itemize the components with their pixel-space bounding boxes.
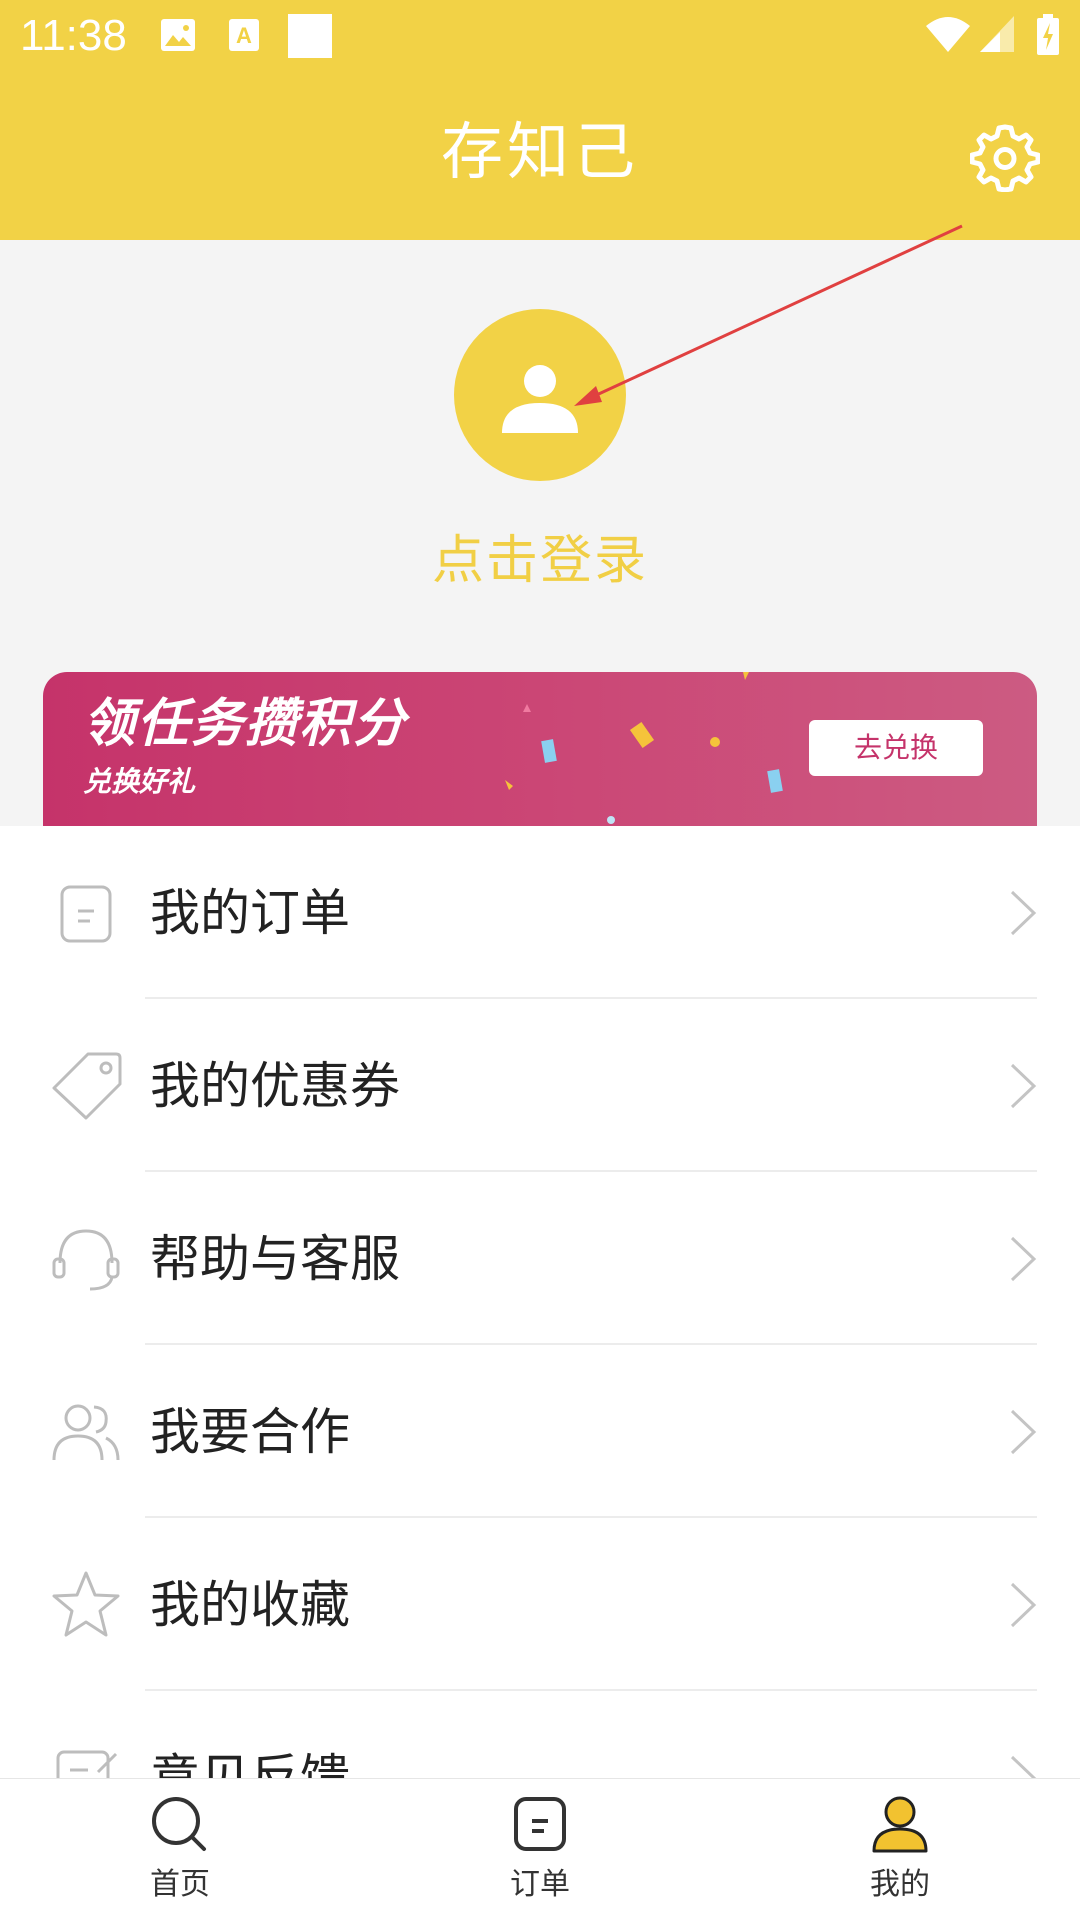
coupon-tag-icon bbox=[52, 1052, 122, 1120]
svg-text:A: A bbox=[236, 23, 252, 48]
tab-orders[interactable]: 订单 bbox=[440, 1779, 640, 1921]
headset-icon bbox=[52, 1229, 120, 1291]
redeem-button[interactable]: 去兑换 bbox=[809, 720, 983, 776]
settings-button[interactable] bbox=[969, 122, 1041, 193]
battery-charging-icon bbox=[1037, 14, 1059, 55]
menu-item-favorites[interactable]: 我的收藏 bbox=[0, 1518, 1080, 1691]
blank-square-icon bbox=[288, 14, 332, 58]
menu-item-label: 意见反馈 bbox=[150, 1749, 350, 1778]
gear-icon bbox=[969, 124, 1041, 193]
search-icon bbox=[152, 1797, 206, 1851]
app-header: 存知己 bbox=[0, 72, 1080, 240]
menu-item-feedback[interactable]: 意见反馈 bbox=[0, 1691, 1080, 1778]
avatar[interactable] bbox=[454, 309, 626, 481]
menu-item-label: 我的优惠券 bbox=[150, 1057, 400, 1115]
chevron-right-icon bbox=[1010, 1409, 1037, 1455]
tab-label: 我的 bbox=[870, 1867, 930, 1902]
menu-item-help[interactable]: 帮助与客服 bbox=[0, 1172, 1080, 1345]
menu-list: 我的订单 我的优惠券 帮助与客服 我要合作 我的收藏 意见反馈 bbox=[0, 826, 1080, 1778]
chevron-right-icon bbox=[1010, 1236, 1037, 1282]
chevron-right-icon bbox=[1010, 1755, 1037, 1778]
users-icon bbox=[52, 1404, 120, 1461]
star-icon bbox=[52, 1571, 120, 1637]
banner-title: 领任务攒积分 bbox=[83, 694, 408, 754]
banner-subtitle: 兑换好礼 bbox=[83, 765, 196, 798]
order-icon bbox=[514, 1797, 566, 1851]
tab-label: 首页 bbox=[150, 1867, 210, 1902]
status-bar: 11:38 A bbox=[0, 0, 1080, 72]
tab-label: 订单 bbox=[510, 1867, 570, 1902]
menu-item-orders[interactable]: 我的订单 bbox=[0, 826, 1080, 999]
profile-section: 点击登录 bbox=[0, 240, 1080, 672]
promo-banner[interactable]: 领任务攒积分 兑换好礼 去兑换 bbox=[43, 672, 1037, 826]
menu-item-label: 我的收藏 bbox=[150, 1576, 350, 1634]
menu-item-coupons[interactable]: 我的优惠券 bbox=[0, 999, 1080, 1172]
order-icon bbox=[60, 885, 112, 943]
bottom-nav: 首页 订单 我的 bbox=[0, 1778, 1080, 1921]
login-link[interactable]: 点击登录 bbox=[0, 530, 1080, 592]
feedback-icon bbox=[56, 1750, 118, 1778]
signal-icon bbox=[980, 16, 1014, 52]
font-icon: A bbox=[229, 19, 259, 51]
menu-item-label: 帮助与客服 bbox=[150, 1230, 400, 1288]
menu-item-label: 我的订单 bbox=[150, 884, 350, 942]
user-icon bbox=[872, 1796, 928, 1853]
image-icon bbox=[161, 19, 195, 51]
menu-item-label: 我要合作 bbox=[150, 1403, 350, 1461]
status-time: 11:38 bbox=[20, 11, 127, 60]
chevron-right-icon bbox=[1010, 1063, 1037, 1109]
tab-home[interactable]: 首页 bbox=[80, 1779, 280, 1921]
wifi-icon bbox=[926, 17, 970, 52]
page-title: 存知己 bbox=[440, 115, 639, 188]
chevron-right-icon bbox=[1010, 1582, 1037, 1628]
chevron-right-icon bbox=[1010, 890, 1037, 936]
user-icon bbox=[502, 365, 578, 433]
tab-mine[interactable]: 我的 bbox=[800, 1779, 1000, 1921]
menu-item-cooperation[interactable]: 我要合作 bbox=[0, 1345, 1080, 1518]
